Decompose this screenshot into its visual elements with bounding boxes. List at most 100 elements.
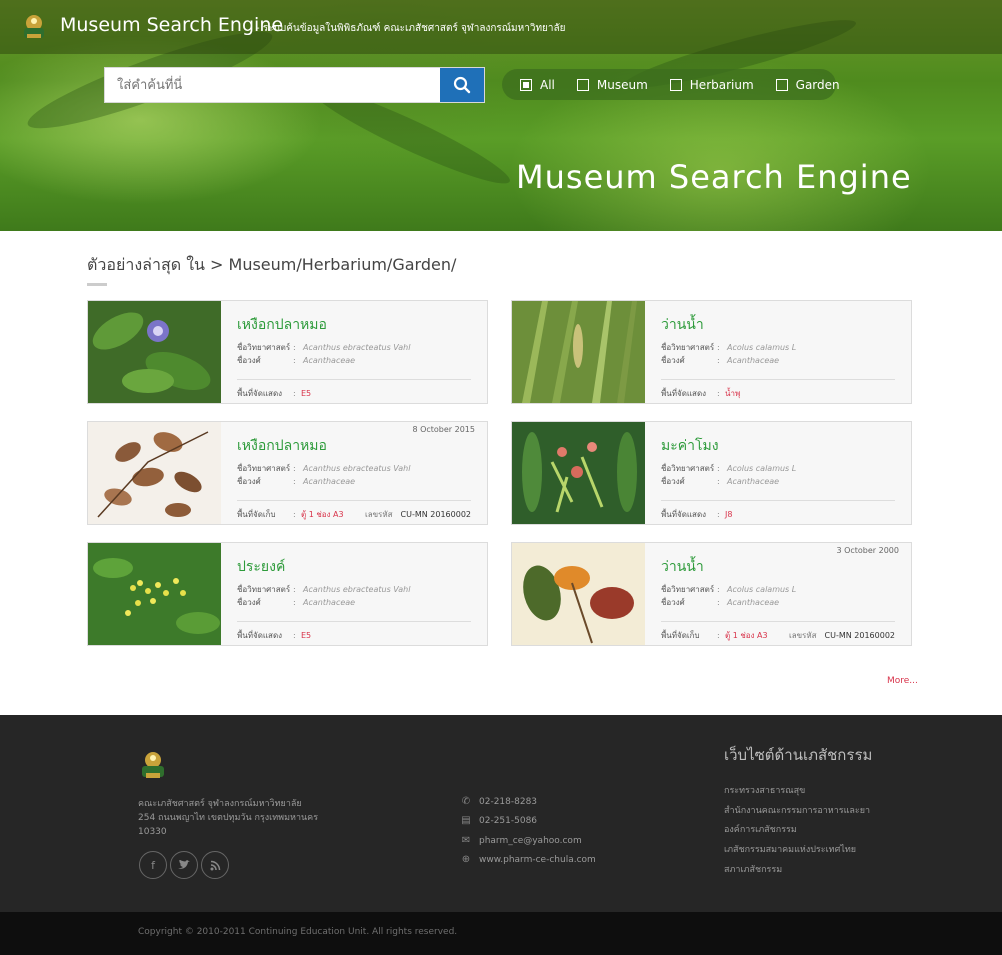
footer-link[interactable]: สภาเภสัชกรรม: [724, 862, 782, 876]
search-button[interactable]: [440, 68, 484, 102]
specimen-info: มะค่าโมง ชื่อวิทยาศาสตร์: Acolus calamus …: [645, 422, 911, 524]
family-row: ชื่อวงศ์: Acanthaceae: [661, 354, 779, 367]
specimen-name[interactable]: เหงือกปลาหมอ: [237, 314, 327, 336]
row-label: ชื่อวงศ์: [237, 356, 261, 365]
specimen-thumbnail[interactable]: [88, 543, 221, 645]
footer: คณะเภสัชศาสตร์ จุฬาลงกรณ์มหาวิทยาลัย 254…: [0, 715, 1002, 912]
row-label: ชื่อวงศ์: [237, 598, 261, 607]
filter-herbarium[interactable]: Herbarium: [669, 77, 754, 92]
family-name: Acanthaceae: [303, 356, 356, 365]
location-label: พื้นที่จัดเก็บ: [237, 510, 276, 519]
filter-label: Herbarium: [689, 77, 754, 92]
specimen-name[interactable]: เหงือกปลาหมอ: [237, 435, 327, 457]
row-separator: :: [293, 389, 296, 398]
specimen-name[interactable]: มะค่าโมง: [661, 435, 719, 457]
fax-icon: ▤: [461, 815, 471, 826]
specimen-thumbnail[interactable]: [88, 422, 221, 524]
location-value: น้ำพุ: [725, 389, 741, 398]
twitter-button[interactable]: [170, 851, 198, 879]
row-separator: :: [717, 464, 720, 473]
hero-banner: Museum Search Engine - ระบบค้นข้อมูลในพิ…: [0, 0, 1002, 231]
specimen-card[interactable]: ว่านน้ำ ชื่อวิทยาศาสตร์: Acolus calamus L…: [511, 300, 912, 404]
checkbox-checked-icon[interactable]: [520, 78, 532, 91]
search-input[interactable]: [105, 68, 441, 102]
faculty-logo[interactable]: [18, 10, 50, 42]
specimen-thumbnail[interactable]: [512, 301, 645, 403]
row-label: ชื่อวิทยาศาสตร์: [237, 464, 291, 473]
checkbox-icon[interactable]: [669, 78, 682, 91]
filter-all[interactable]: All: [520, 78, 555, 92]
specimen-date: 3 October 2000: [836, 546, 899, 555]
checkbox-icon[interactable]: [775, 78, 788, 91]
specimen-name[interactable]: ประยงค์: [237, 556, 285, 578]
specimen-info: ว่านน้ำ 3 October 2000 ชื่อวิทยาศาสตร์: A…: [645, 543, 911, 645]
address-line: 254 ถนนพญาไท เขตปทุมวัน กรุงเทพมหานคร: [138, 813, 319, 823]
specimen-thumbnail[interactable]: [512, 422, 645, 524]
scientific-name: Acolus calamus L: [727, 464, 797, 473]
filter-museum[interactable]: Museum: [576, 77, 648, 92]
filter-label: Museum: [596, 77, 648, 92]
row-separator: :: [293, 631, 296, 640]
site-title[interactable]: Museum Search Engine: [60, 14, 283, 36]
family-row: ชื่อวงศ์: Acanthaceae: [237, 475, 355, 488]
specimen-card[interactable]: มะค่าโมง ชื่อวิทยาศาสตร์: Acolus calamus …: [511, 421, 912, 525]
scientific-name-row: ชื่อวิทยาศาสตร์: Acolus calamus L: [661, 341, 796, 354]
row-label: ชื่อวงศ์: [661, 356, 685, 365]
copyright-bar: Copyright © 2010-2011 Continuing Educati…: [0, 912, 1002, 955]
scientific-name-row: ชื่อวิทยาศาสตร์: Acanthus ebracteatus Vah…: [237, 462, 410, 475]
footer-link[interactable]: สำนักงานคณะกรรมการอาหารและยา: [724, 803, 870, 817]
scientific-name: Acolus calamus L: [727, 343, 797, 352]
family-row: ชื่อวงศ์: Acanthaceae: [661, 596, 779, 609]
row-label: ชื่อวิทยาศาสตร์: [661, 343, 715, 352]
filter-label: All: [540, 77, 555, 92]
row-separator: :: [293, 585, 296, 594]
email-address[interactable]: pharm_ce@yahoo.com: [479, 836, 582, 846]
specimen-name[interactable]: ว่านน้ำ: [661, 314, 704, 336]
row-separator: :: [717, 585, 720, 594]
location-value: ตู้ 1 ช่อง A3: [301, 510, 344, 519]
footer-link[interactable]: กระทรวงสาธารณสุข: [724, 783, 805, 797]
scientific-name-row: ชื่อวิทยาศาสตร์: Acanthus ebracteatus Vah…: [237, 583, 410, 596]
footer-link[interactable]: องค์การเภสัชกรรม: [724, 822, 797, 836]
family-row: ชื่อวงศ์: Acanthaceae: [237, 354, 355, 367]
facebook-button[interactable]: f: [139, 851, 167, 879]
specimen-card[interactable]: เหงือกปลาหมอ ชื่อวิทยาศาสตร์: Acanthus eb…: [87, 300, 488, 404]
divider: [661, 379, 895, 380]
address-line: 10330: [138, 827, 167, 837]
family-row: ชื่อวงศ์: Acanthaceae: [237, 596, 355, 609]
divider: [237, 500, 471, 501]
row-separator: :: [717, 598, 720, 607]
family-name: Acanthaceae: [727, 598, 780, 607]
row-separator: :: [293, 343, 296, 352]
location-row: พื้นที่จัดเก็บ: ตู้ 1 ช่อง A3: [237, 508, 344, 521]
divider: [237, 621, 471, 622]
row-label: ชื่อวิทยาศาสตร์: [661, 585, 715, 594]
filter-garden[interactable]: Garden: [775, 78, 840, 92]
specimen-card[interactable]: ประยงค์ ชื่อวิทยาศาสตร์: Acanthus ebracte…: [87, 542, 488, 646]
footer-link[interactable]: เภสัชกรรมสมาคมแห่งประเทศไทย: [724, 842, 856, 856]
specimen-name[interactable]: ว่านน้ำ: [661, 556, 704, 578]
location-label: พื้นที่จัดแสดง: [661, 510, 707, 519]
specimen-thumbnail[interactable]: [512, 543, 645, 645]
row-separator: :: [717, 477, 720, 486]
location-label: พื้นที่จัดเก็บ: [661, 631, 700, 640]
row-separator: :: [717, 356, 720, 365]
breadcrumb-underline: [87, 283, 107, 286]
phone-number[interactable]: 02-218-8283: [479, 797, 537, 807]
specimen-card[interactable]: ว่านน้ำ 3 October 2000 ชื่อวิทยาศาสตร์: A…: [511, 542, 912, 646]
specimen-code: เลขรหัส CU-MN 20160002: [365, 508, 471, 521]
site-subtitle: - ระบบค้นข้อมูลในพิพิธภัณฑ์ คณะเภสัชศาสต…: [256, 23, 566, 34]
filter-bar: All Museum Herbarium Garden: [502, 69, 840, 100]
website-link[interactable]: www.pharm-ce-chula.com: [479, 855, 596, 865]
more-link[interactable]: More...: [887, 676, 918, 686]
specimen-card[interactable]: เหงือกปลาหมอ 8 October 2015 ชื่อวิทยาศาส…: [87, 421, 488, 525]
location-label: พื้นที่จัดแสดง: [661, 389, 707, 398]
specimen-thumbnail[interactable]: [88, 301, 221, 403]
checkbox-icon[interactable]: [576, 78, 589, 91]
code-label: เลขรหัส: [364, 510, 393, 519]
search-icon: [453, 76, 471, 94]
specimen-info: เหงือกปลาหมอ 8 October 2015 ชื่อวิทยาศาส…: [221, 422, 487, 524]
location-value: ตู้ 1 ช่อง A3: [725, 631, 768, 640]
rss-button[interactable]: [201, 851, 229, 879]
family-name: Acanthaceae: [303, 598, 356, 607]
